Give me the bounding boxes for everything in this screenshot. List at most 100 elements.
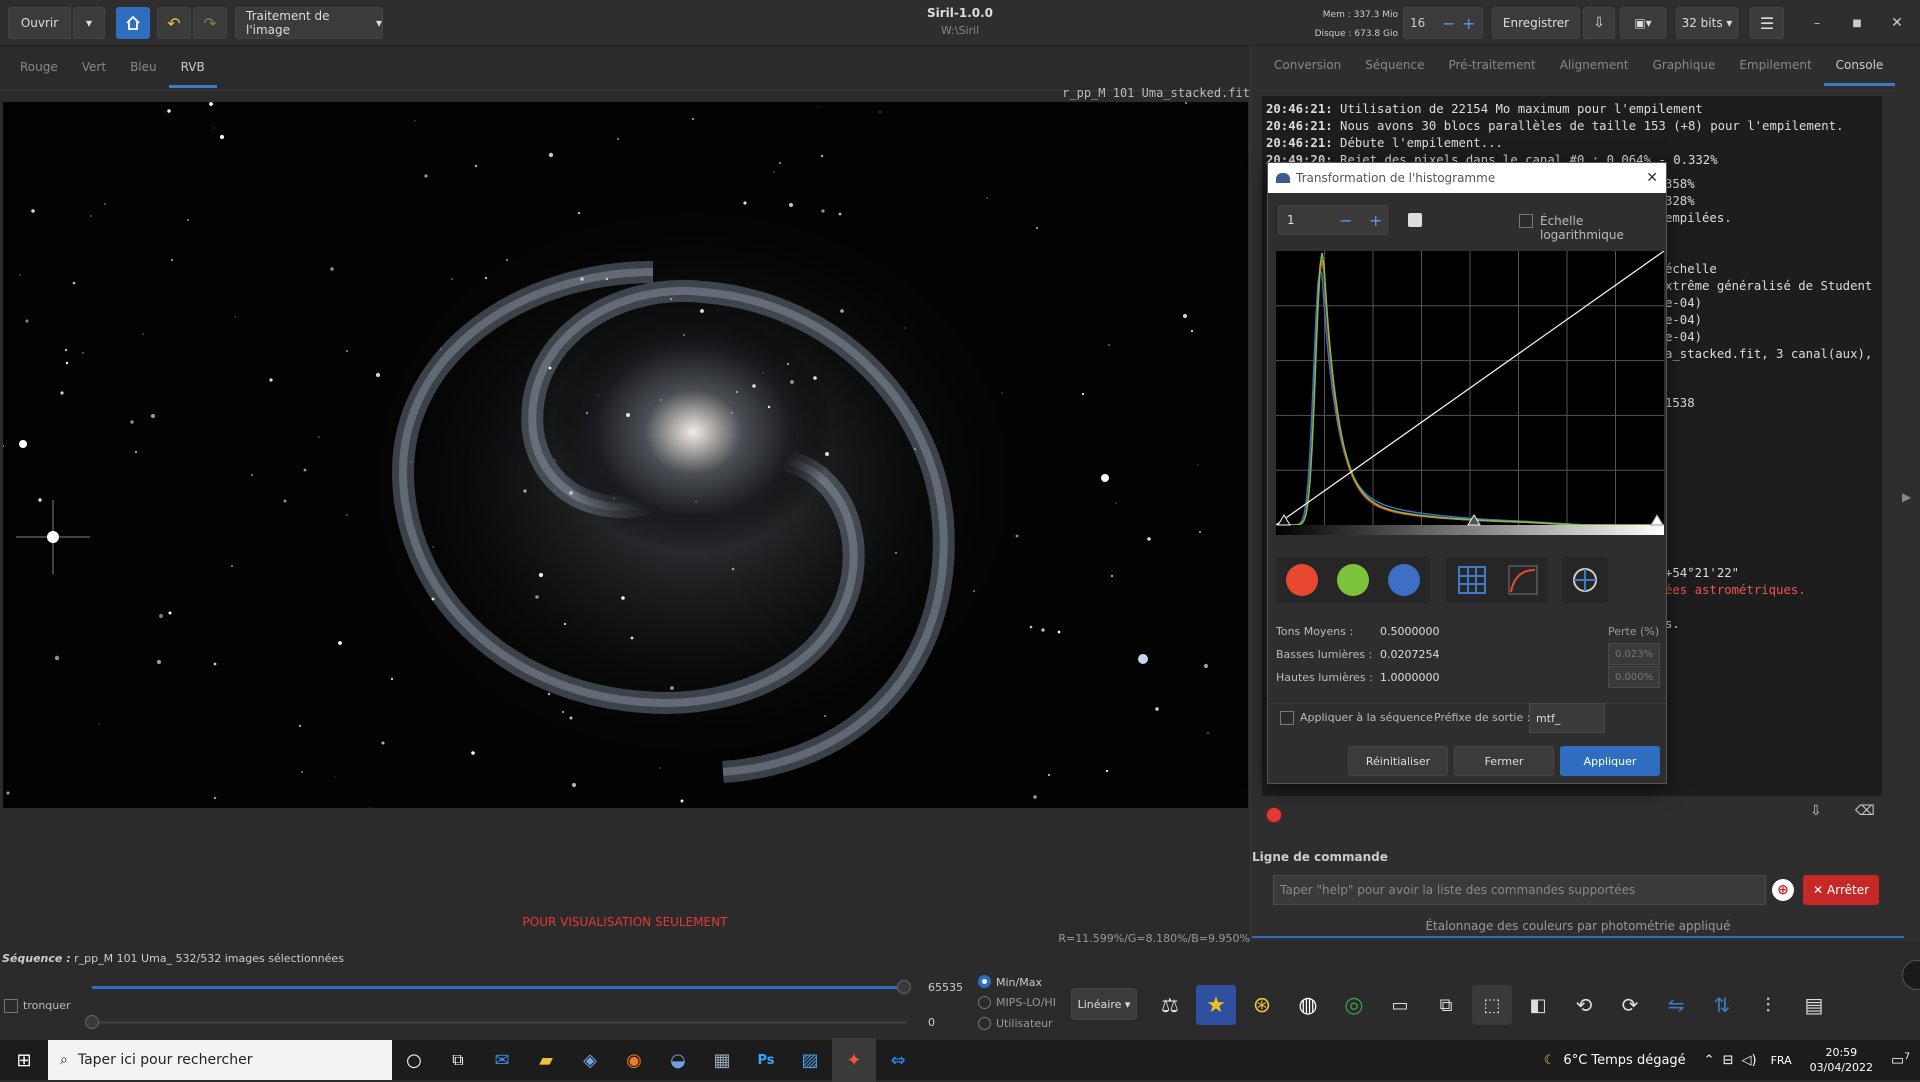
tab-bleu[interactable]: Bleu (118, 48, 169, 88)
close-icon[interactable]: ✕ (1646, 170, 1658, 186)
blue-channel-toggle[interactable] (1388, 564, 1421, 596)
snapshot-button[interactable]: ▣▾ (1620, 7, 1666, 39)
histogram-tool-icon[interactable]: ⫶ (1748, 985, 1788, 1025)
highlights-value[interactable]: 1.0000000 (1380, 671, 1440, 684)
undo-button[interactable]: ↶ (157, 7, 191, 39)
save-button[interactable]: Enregistrer (1492, 7, 1580, 39)
curve-icon[interactable] (1507, 564, 1539, 596)
main-menu-button[interactable]: ☰ (1750, 7, 1784, 39)
grid-icon[interactable] (1456, 564, 1488, 596)
stop-button[interactable]: ✕ Arrêter (1803, 875, 1879, 905)
mail-icon[interactable]: ✉ (480, 1038, 524, 1082)
midtones-value[interactable]: 0.5000000 (1380, 625, 1440, 638)
photoshop-icon[interactable]: Ps (744, 1038, 788, 1082)
output-prefix-input[interactable]: mtf_ (1529, 703, 1605, 733)
user-radio[interactable] (978, 1017, 991, 1030)
reset-button[interactable]: Réinitialiser (1348, 746, 1448, 776)
image-processing-menu[interactable]: Traitement de l'image ▾ (235, 7, 383, 39)
select-tool-icon[interactable]: ⬚ (1472, 985, 1512, 1025)
open-menu-button[interactable]: ▾ (73, 7, 105, 39)
bit-depth-menu[interactable]: 32 bits ▾ (1676, 7, 1738, 39)
photometry-tool-icon[interactable]: ⚖ (1150, 985, 1190, 1025)
teamviewer-icon[interactable]: ⇔ (876, 1038, 920, 1082)
rotate-tool-icon[interactable]: ⧉ (1426, 985, 1466, 1025)
tab-right-1[interactable]: Séquence (1353, 46, 1436, 86)
photos-icon[interactable]: ▨ (788, 1038, 832, 1082)
red-channel-toggle[interactable] (1285, 564, 1318, 596)
min-slider-track[interactable] (92, 1021, 907, 1024)
display-mode-select[interactable]: Linéaire ▾ (1071, 988, 1137, 1020)
max-slider-handle[interactable] (897, 980, 911, 994)
tab-right-4[interactable]: Graphique (1641, 46, 1728, 86)
tab-right-5[interactable]: Empilement (1727, 46, 1823, 86)
galaxy-icon[interactable]: ⊛ (1242, 985, 1282, 1025)
tab-rvb[interactable]: RVB (168, 48, 217, 88)
save-as-button[interactable]: ⇩ (1583, 7, 1615, 39)
clip-checkbox[interactable] (4, 999, 18, 1013)
minus-icon[interactable]: − (1442, 14, 1462, 33)
record-indicator-icon[interactable] (1266, 807, 1282, 823)
windows-start-icon[interactable]: ⊞ (0, 1038, 48, 1082)
calculator-icon[interactable]: ▦ (700, 1038, 744, 1082)
close-button[interactable]: Fermer (1454, 746, 1554, 776)
log-scale-checkbox[interactable] (1519, 214, 1533, 228)
minimize-button[interactable]: – (1800, 8, 1834, 38)
globe-icon[interactable]: ◍ (1288, 985, 1328, 1025)
tab-vert[interactable]: Vert (70, 48, 118, 88)
target-icon[interactable]: ◎ (1334, 985, 1374, 1025)
shadows-value[interactable]: 0.0207254 (1380, 648, 1440, 661)
image-info-icon[interactable]: ▤ (1794, 985, 1834, 1025)
weather-text[interactable]: 6°C Temps dégagé (1563, 1053, 1685, 1068)
volume-icon[interactable]: ◁) (1741, 1053, 1756, 1068)
maximize-button[interactable]: ■ (1840, 8, 1874, 38)
task-view-icon[interactable]: ⧉ (436, 1038, 480, 1082)
max-slider-track[interactable] (92, 986, 907, 989)
tab-right-0[interactable]: Conversion (1262, 46, 1353, 86)
tab-right-2[interactable]: Pré-traitement (1436, 46, 1547, 86)
minus-icon[interactable]: − (1339, 211, 1369, 230)
notification-icon[interactable]: ▭7 (1891, 1052, 1910, 1069)
home-button[interactable] (116, 7, 150, 39)
mips-radio[interactable] (978, 996, 991, 1009)
plus-icon[interactable]: + (1462, 14, 1475, 33)
clear-log-icon[interactable]: ⌫ (1855, 803, 1875, 819)
plus-icon[interactable]: + (1369, 211, 1382, 230)
rotate-left-icon[interactable]: ⟲ (1564, 985, 1604, 1025)
cortana-icon[interactable]: ○ (392, 1038, 436, 1082)
astro-app-icon[interactable]: ◈ (568, 1038, 612, 1082)
tab-right-3[interactable]: Alignement (1548, 46, 1641, 86)
command-input[interactable]: Taper "help" pour avoir la liste des com… (1273, 875, 1766, 905)
green-channel-toggle[interactable] (1336, 564, 1369, 596)
star-tool-icon[interactable]: ★ (1196, 985, 1236, 1025)
file-explorer-icon[interactable]: ▰ (524, 1038, 568, 1082)
tab-right-6[interactable]: Console (1823, 46, 1896, 86)
histogram-graph[interactable] (1275, 250, 1665, 537)
chevron-up-icon[interactable]: ⌃ (1704, 1053, 1715, 1068)
language-indicator[interactable]: FRA (1771, 1054, 1792, 1067)
network-icon[interactable]: ⊟ (1723, 1053, 1734, 1068)
zoom-reset-icon[interactable] (1408, 213, 1422, 227)
tab-rouge[interactable]: Rouge (8, 48, 70, 88)
siril-taskbar-icon[interactable]: ◒ (656, 1038, 700, 1082)
dialog-titlebar[interactable]: Transformation de l'histogramme ✕ (1268, 163, 1666, 193)
help-lifebuoy-icon[interactable]: ⊕ (1772, 879, 1794, 901)
flip-tool-icon[interactable]: ◧ (1518, 985, 1558, 1025)
crop-tool-icon[interactable]: ▭ (1380, 985, 1420, 1025)
clock[interactable]: 20:59 03/04/2022 (1810, 1045, 1873, 1075)
threads-spinner[interactable]: 16 − + (1403, 7, 1483, 39)
minmax-radio[interactable] (978, 975, 991, 988)
save-log-icon[interactable]: ⇩ (1810, 803, 1822, 819)
active-app-icon[interactable]: ✦ (832, 1038, 876, 1082)
apply-sequence-checkbox[interactable] (1280, 711, 1294, 725)
zoom-spinner[interactable]: 1 − + (1278, 205, 1388, 235)
firefox-icon[interactable]: ◉ (612, 1038, 656, 1082)
image-canvas[interactable] (3, 102, 1248, 808)
min-slider-handle[interactable] (85, 1015, 99, 1029)
auto-stretch-button[interactable] (1562, 557, 1608, 603)
taskbar-search[interactable]: ⌕ Taper ici pour rechercher (48, 1040, 392, 1080)
mirror-x-icon[interactable]: ⇋ (1656, 985, 1696, 1025)
apply-button[interactable]: Appliquer (1560, 746, 1660, 776)
rotate-right-icon[interactable]: ⟳ (1610, 985, 1650, 1025)
redo-button[interactable]: ↷ (193, 7, 227, 39)
chevron-right-icon[interactable]: ▶ (1902, 490, 1911, 504)
